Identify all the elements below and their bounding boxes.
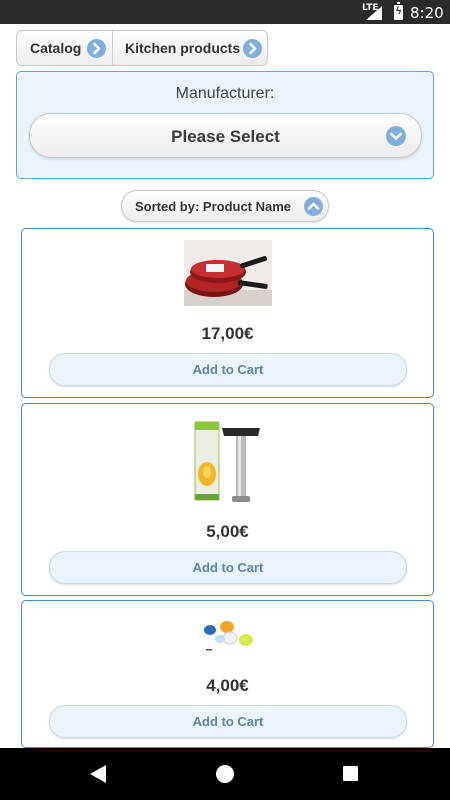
status-bar: LTE ϟ 8:20: [0, 0, 450, 24]
product-price: 5,00€: [206, 522, 249, 541]
chevron-right-icon: [243, 39, 262, 58]
product-card[interactable]: 4,00€ Add to Cart: [21, 600, 434, 748]
breadcrumb: Catalog Kitchen products: [16, 30, 268, 66]
breadcrumb-label: Catalog: [30, 40, 82, 56]
breadcrumb-label: Kitchen products: [125, 40, 241, 56]
add-to-cart-button[interactable]: Add to Cart: [49, 551, 407, 584]
breadcrumb-item-kitchen-products[interactable]: Kitchen products: [113, 31, 262, 65]
breadcrumb-item-catalog[interactable]: Catalog: [17, 31, 113, 65]
back-icon[interactable]: [89, 764, 107, 784]
product-image-bag-clips[interactable]: [200, 619, 258, 655]
manufacturer-select[interactable]: Please Select: [29, 113, 422, 158]
product-card[interactable]: 17,00€ Add to Cart: [21, 228, 434, 398]
manufacturer-selected-value: Please Select: [171, 127, 280, 146]
manufacturer-filter-panel: Manufacturer: Please Select: [16, 71, 434, 179]
product-image-pineapple-slicer[interactable]: [192, 416, 264, 508]
chevron-down-icon: [386, 126, 406, 146]
add-to-cart-button[interactable]: Add to Cart: [49, 705, 407, 738]
manufacturer-label: Manufacturer:: [175, 85, 275, 102]
chevron-up-icon: [304, 197, 323, 216]
chevron-right-icon: [87, 39, 106, 58]
sort-button[interactable]: Sorted by: Product Name: [121, 190, 329, 222]
navigation-bar: [0, 748, 450, 800]
sort-label: Sorted by: Product Name: [135, 199, 292, 214]
clock: 8:20: [410, 4, 444, 22]
battery-icon: ϟ: [394, 2, 403, 20]
home-icon[interactable]: [216, 765, 234, 783]
product-image-frying-pans[interactable]: [184, 240, 272, 306]
add-to-cart-button[interactable]: Add to Cart: [49, 353, 407, 386]
product-price: 17,00€: [201, 324, 254, 343]
product-price: 4,00€: [206, 676, 249, 695]
product-card[interactable]: 5,00€ Add to Cart: [21, 403, 434, 596]
signal-icon: [366, 6, 382, 20]
recent-apps-icon[interactable]: [343, 766, 358, 781]
